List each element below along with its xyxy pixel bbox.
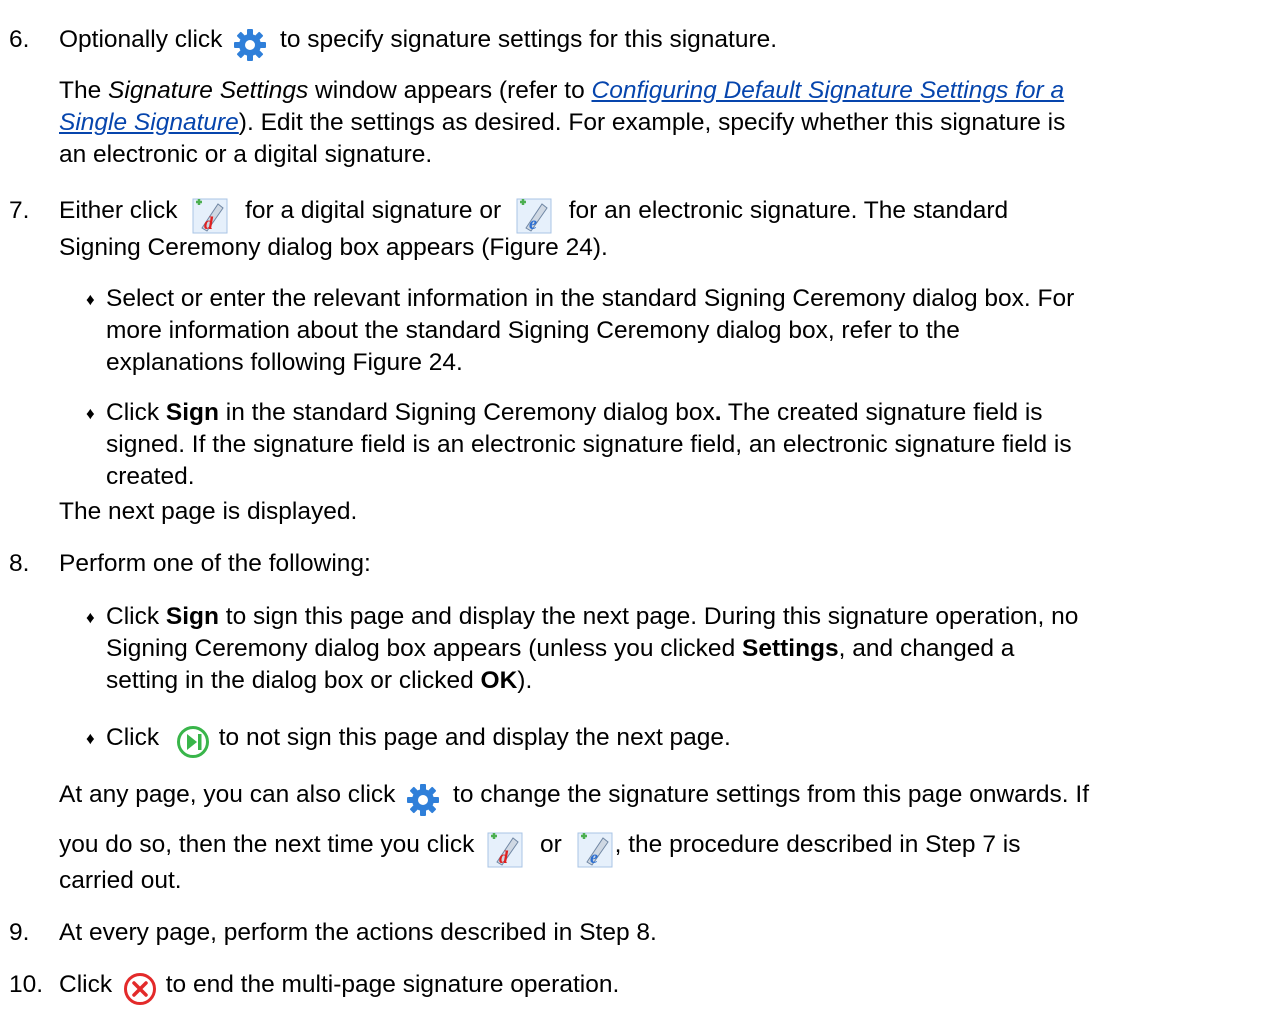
para-text: to change the signature settings from th… [453,781,1090,808]
step-8-bullet-1-line-3: setting in the dialog box or clicked OK)… [106,666,532,696]
bullet-diamond: ♦ [86,404,95,423]
step-text: for an electronic signature. The standar… [568,197,1009,224]
bullet-text: to not sign this page and display the ne… [218,724,731,751]
step-7-line-2: Signing Ceremony dialog box appears (Fig… [59,234,608,261]
step-9-text: At every page, perform the actions descr… [59,919,657,946]
para-text: you do so, then the next time you click [59,831,475,858]
step-7-bullet-1-line-1: Select or enter the relevant information… [106,285,1075,312]
step-text: to end the multi-page signature operatio… [165,971,620,998]
step-7-line-1: Either click d for a digital signature o… [59,196,1009,234]
bullet-text: Click [106,399,166,426]
bullet-text: The created signature field is [721,399,1043,426]
gear-icon [233,28,267,62]
step-7-bullet-2-line-1: Click Sign in the standard Signing Cerem… [106,398,1043,428]
para-text: The [59,77,109,104]
step-6-line-1: Optionally click to specify signature se… [59,25,778,61]
svg-text:d: d [499,847,509,867]
step-6-para-line-1: The Signature Settings window appears (r… [59,76,1064,106]
step-7-after-text: The next page is displayed. [59,498,358,525]
skip-next-icon [176,725,210,759]
bullet-text: in the standard Signing Ceremony dialog … [218,399,715,426]
step-8-para-line-1: At any page, you can also click to chang… [59,780,1090,816]
svg-text:e: e [590,847,598,867]
step-8-line-1: Perform one of the following: [59,550,371,577]
step-text: Optionally click [59,26,223,53]
bullet-text: Click [106,603,166,630]
step-10-line: Click to end the multi-page signature op… [59,970,620,1006]
bullet-text: to sign this page and display the next p… [218,603,1079,630]
para-text: window appears (refer to [308,77,592,104]
para-text: At any page, you can also click [59,781,396,808]
svg-text:e: e [529,213,537,233]
svg-text:d: d [204,213,214,233]
bullet-text: Signing Ceremony dialog box appears (unl… [106,635,742,662]
punctuation: . [714,399,722,426]
step-number: 9. [9,919,30,946]
step-text: for a digital signature or [245,197,502,224]
step-number: 7. [9,197,30,224]
para-text: ). Edit the settings as desired. For exa… [238,109,1066,136]
button-name-ok: OK [480,667,518,694]
step-7-bullet-2-line-3: created. [106,463,195,490]
close-circle-icon [123,972,157,1006]
button-name-sign: Sign [165,399,219,426]
gear-icon [406,783,440,817]
step-8-bullet-1-line-1: Click Sign to sign this page and display… [106,602,1078,632]
step-7-bullet-2-line-2: signed. If the signature field is an ele… [106,431,1072,458]
bullet-diamond: ♦ [86,290,95,309]
para-text: or [540,831,562,858]
step-8-para-line-3: carried out. [59,867,182,894]
step-text: to specify signature settings for this s… [280,26,778,53]
step-7-bullet-1-line-2: more information about the standard Sign… [106,317,960,344]
step-text: Click [59,971,113,998]
button-name-settings: Settings [742,635,839,662]
link-single-signature[interactable]: Single Signature [59,109,239,136]
digital-signature-icon: d [487,832,523,868]
bullet-text: , and changed a [838,635,1015,662]
bullet-text: setting in the dialog box or clicked [106,667,481,694]
step-8-bullet-1-line-2: Signing Ceremony dialog box appears (unl… [106,634,1014,664]
electronic-signature-icon: e [516,198,552,234]
step-8-bullet-2-line-1: Click to not sign this page and display … [106,723,731,759]
bullet-diamond: ♦ [86,608,95,627]
bullet-text: Click [106,724,160,751]
step-text: Either click [59,197,178,224]
step-7-bullet-1-line-3: explanations following Figure 24. [106,349,463,376]
step-6-para-line-3: an electronic or a digital signature. [59,141,433,168]
step-6-para-line-2: Single Signature). Edit the settings as … [59,108,1065,138]
window-name: Signature Settings [108,77,309,104]
step-number: 6. [9,26,30,53]
digital-signature-icon: d [192,198,228,234]
bullet-diamond: ♦ [86,729,95,748]
bullet-text: ). [517,667,533,694]
step-8-para-line-2: you do so, then the next time you click … [59,830,1021,868]
electronic-signature-icon: e [577,832,613,868]
para-text: , the procedure described in Step 7 is [614,831,1021,858]
step-number: 10. [9,971,44,998]
step-number: 8. [9,550,30,577]
link-configuring-default-signature-settings[interactable]: Configuring Default Signature Settings f… [592,77,1065,104]
button-name-sign: Sign [165,603,219,630]
